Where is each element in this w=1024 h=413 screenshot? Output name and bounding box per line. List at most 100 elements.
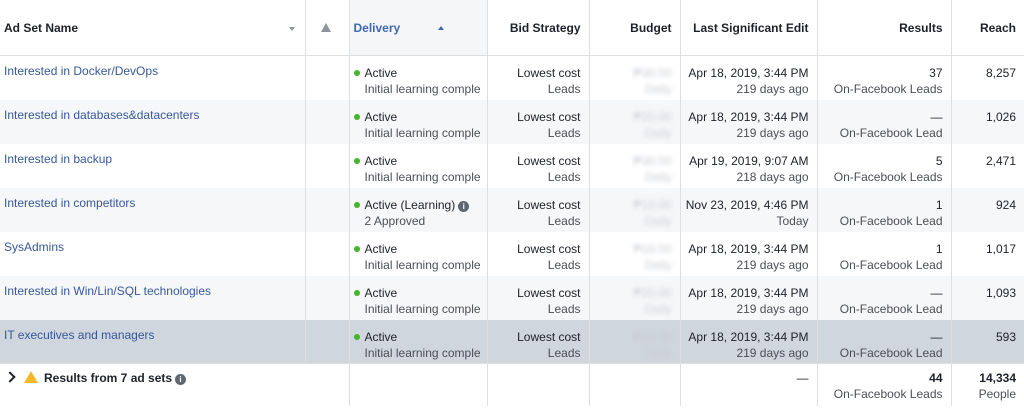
ad-set-name-link[interactable]: Interested in backup <box>4 151 299 167</box>
warning-cell <box>305 231 350 276</box>
column-header-last-significant-edit[interactable]: Last Significant Edit <box>680 0 818 56</box>
ad-sets-table: Ad Set Name Delivery Bid Strategy Budget… <box>0 0 1024 406</box>
summary-label-cell[interactable]: Results from 7 ad sets i <box>0 363 350 406</box>
last-edit-relative: 219 days ago <box>736 125 809 140</box>
delivery-substatus: 2 Approved <box>364 213 426 228</box>
bid-strategy-sub: Leads <box>547 82 581 96</box>
results-cell: — On-Facebook Lead <box>817 319 952 364</box>
bid-strategy-sub: Leads <box>547 125 581 140</box>
last-edit-date: Apr 18, 2019, 3:44 PM <box>688 241 809 256</box>
table-row[interactable]: IT executives and managers Active Initia… <box>0 319 1024 364</box>
results-cell: — On-Facebook Lead <box>817 99 952 144</box>
last-edit-cell: Apr 18, 2019, 3:44 PM 219 days ago <box>680 319 818 364</box>
column-header-results[interactable]: Results <box>817 0 952 56</box>
warning-cell <box>305 143 350 188</box>
budget-type: Daily <box>644 82 672 96</box>
delivery-substatus: Initial learning comple <box>364 301 481 316</box>
header-row: Ad Set Name Delivery Bid Strategy Budget… <box>0 0 1024 56</box>
summary-results: 44 On-Facebook Leads <box>817 363 952 406</box>
bid-strategy: Lowest cost <box>517 109 581 124</box>
delivery-cell: Active (Learning) i 2 Approved <box>349 187 488 232</box>
last-edit-cell: Apr 18, 2019, 3:44 PM 219 days ago <box>680 99 818 144</box>
last-edit-cell: Nov 23, 2019, 4:46 PM Today <box>680 187 818 232</box>
delivery-cell: Active Initial learning comple <box>349 143 488 188</box>
status-dot-icon <box>353 289 360 296</box>
column-header-reach[interactable]: Reach <box>951 0 1024 56</box>
budget-amount: ₱30.00 <box>633 153 672 168</box>
results-value: — <box>930 109 943 124</box>
ad-set-name-cell: Interested in Win/Lin/SQL technologies <box>0 275 306 320</box>
info-icon[interactable]: i <box>458 200 470 212</box>
bid-strategy: Lowest cost <box>517 329 581 344</box>
ad-set-name-link[interactable]: Interested in Win/Lin/SQL technologies <box>4 283 299 299</box>
status-dot-icon <box>353 157 360 164</box>
reach-cell: 1,026 <box>951 99 1024 144</box>
info-icon[interactable]: i <box>175 374 187 385</box>
bid-strategy: Lowest cost <box>517 66 581 80</box>
delivery-status: Active (Learning) <box>364 197 456 212</box>
ad-set-name-link[interactable]: Interested in Docker/DevOps <box>4 63 299 79</box>
bid-strategy-sub: Leads <box>547 345 581 360</box>
chevron-down-icon[interactable] <box>288 26 295 31</box>
table-row[interactable]: Interested in competitors Active (Learni… <box>0 187 1024 232</box>
column-header-ad-set-name[interactable]: Ad Set Name <box>0 0 306 56</box>
budget-type: Daily <box>644 345 672 360</box>
warning-cell <box>305 99 350 144</box>
bid-strategy-cell: Lowest cost Leads <box>487 275 590 320</box>
table-row[interactable]: Interested in Win/Lin/SQL technologies A… <box>0 275 1024 320</box>
reach-cell: 593 <box>951 319 1024 364</box>
sort-ascending-icon[interactable] <box>438 26 445 31</box>
table-row[interactable]: Interested in databases&datacenters Acti… <box>0 99 1024 144</box>
column-header-delivery[interactable]: Delivery <box>349 0 488 56</box>
reach-cell: 1,093 <box>951 275 1024 320</box>
results-cell: 1 On-Facebook Lead <box>817 187 952 232</box>
column-header-warnings[interactable] <box>305 0 350 56</box>
status-dot-icon <box>353 333 360 340</box>
results-type: On-Facebook Lead <box>839 257 943 272</box>
table-row[interactable]: SysAdmins Active Initial learning comple… <box>0 231 1024 276</box>
column-header-budget[interactable]: Budget <box>589 0 681 56</box>
budget-cell: ₱20.00 Daily <box>589 319 681 364</box>
chevron-right-icon[interactable] <box>4 371 16 383</box>
results-type: On-Facebook Lead <box>839 213 943 228</box>
last-edit-cell: Apr 18, 2019, 3:44 PM 219 days ago <box>680 55 818 100</box>
budget-cell: ₱30.00 Daily <box>589 55 681 100</box>
status-dot-icon <box>353 245 360 252</box>
last-edit-cell: Apr 18, 2019, 3:44 PM 219 days ago <box>680 231 818 276</box>
delivery-status: Active <box>364 153 398 168</box>
bid-strategy: Lowest cost <box>517 197 581 212</box>
results-cell: 1 On-Facebook Lead <box>817 231 952 276</box>
last-edit-relative: 219 days ago <box>736 301 809 316</box>
results-value: 37 <box>929 66 943 80</box>
results-value: 1 <box>935 197 943 212</box>
status-dot-icon <box>353 113 360 120</box>
warning-cell <box>305 55 350 100</box>
column-header-bid-strategy[interactable]: Bid Strategy <box>487 0 590 56</box>
summary-delivery <box>349 363 488 406</box>
delivery-status: Active <box>364 329 398 344</box>
table-row[interactable]: Interested in Docker/DevOps Active Initi… <box>0 55 1024 100</box>
bid-strategy-sub: Leads <box>547 213 581 228</box>
results-cell: 37 On-Facebook Leads <box>817 55 952 100</box>
ad-set-name-link[interactable]: Interested in databases&datacenters <box>4 107 299 123</box>
summary-budget <box>589 363 681 406</box>
budget-amount: ₱30.00 <box>633 66 672 80</box>
results-type: On-Facebook Leads <box>833 82 943 96</box>
reach-cell: 1,017 <box>951 231 1024 276</box>
ad-set-name-link[interactable]: Interested in competitors <box>4 195 299 211</box>
results-value: — <box>930 285 943 300</box>
ad-set-name-cell: Interested in competitors <box>0 187 306 232</box>
budget-type: Daily <box>644 257 672 272</box>
delivery-cell: Active Initial learning comple <box>349 231 488 276</box>
warning-cell <box>305 275 350 320</box>
bid-strategy-sub: Leads <box>547 257 581 272</box>
budget-type: Daily <box>644 301 672 316</box>
bid-strategy-sub: Leads <box>547 169 581 184</box>
summary-label: Results from 7 ad sets <box>44 371 173 385</box>
bid-strategy: Lowest cost <box>517 153 581 168</box>
ad-set-name-link[interactable]: IT executives and managers <box>4 327 299 343</box>
table-row[interactable]: Interested in backup Active Initial lear… <box>0 143 1024 188</box>
ad-set-name-link[interactable]: SysAdmins <box>4 239 299 255</box>
results-cell: 5 On-Facebook Leads <box>817 143 952 188</box>
last-edit-relative: Today <box>776 213 809 228</box>
